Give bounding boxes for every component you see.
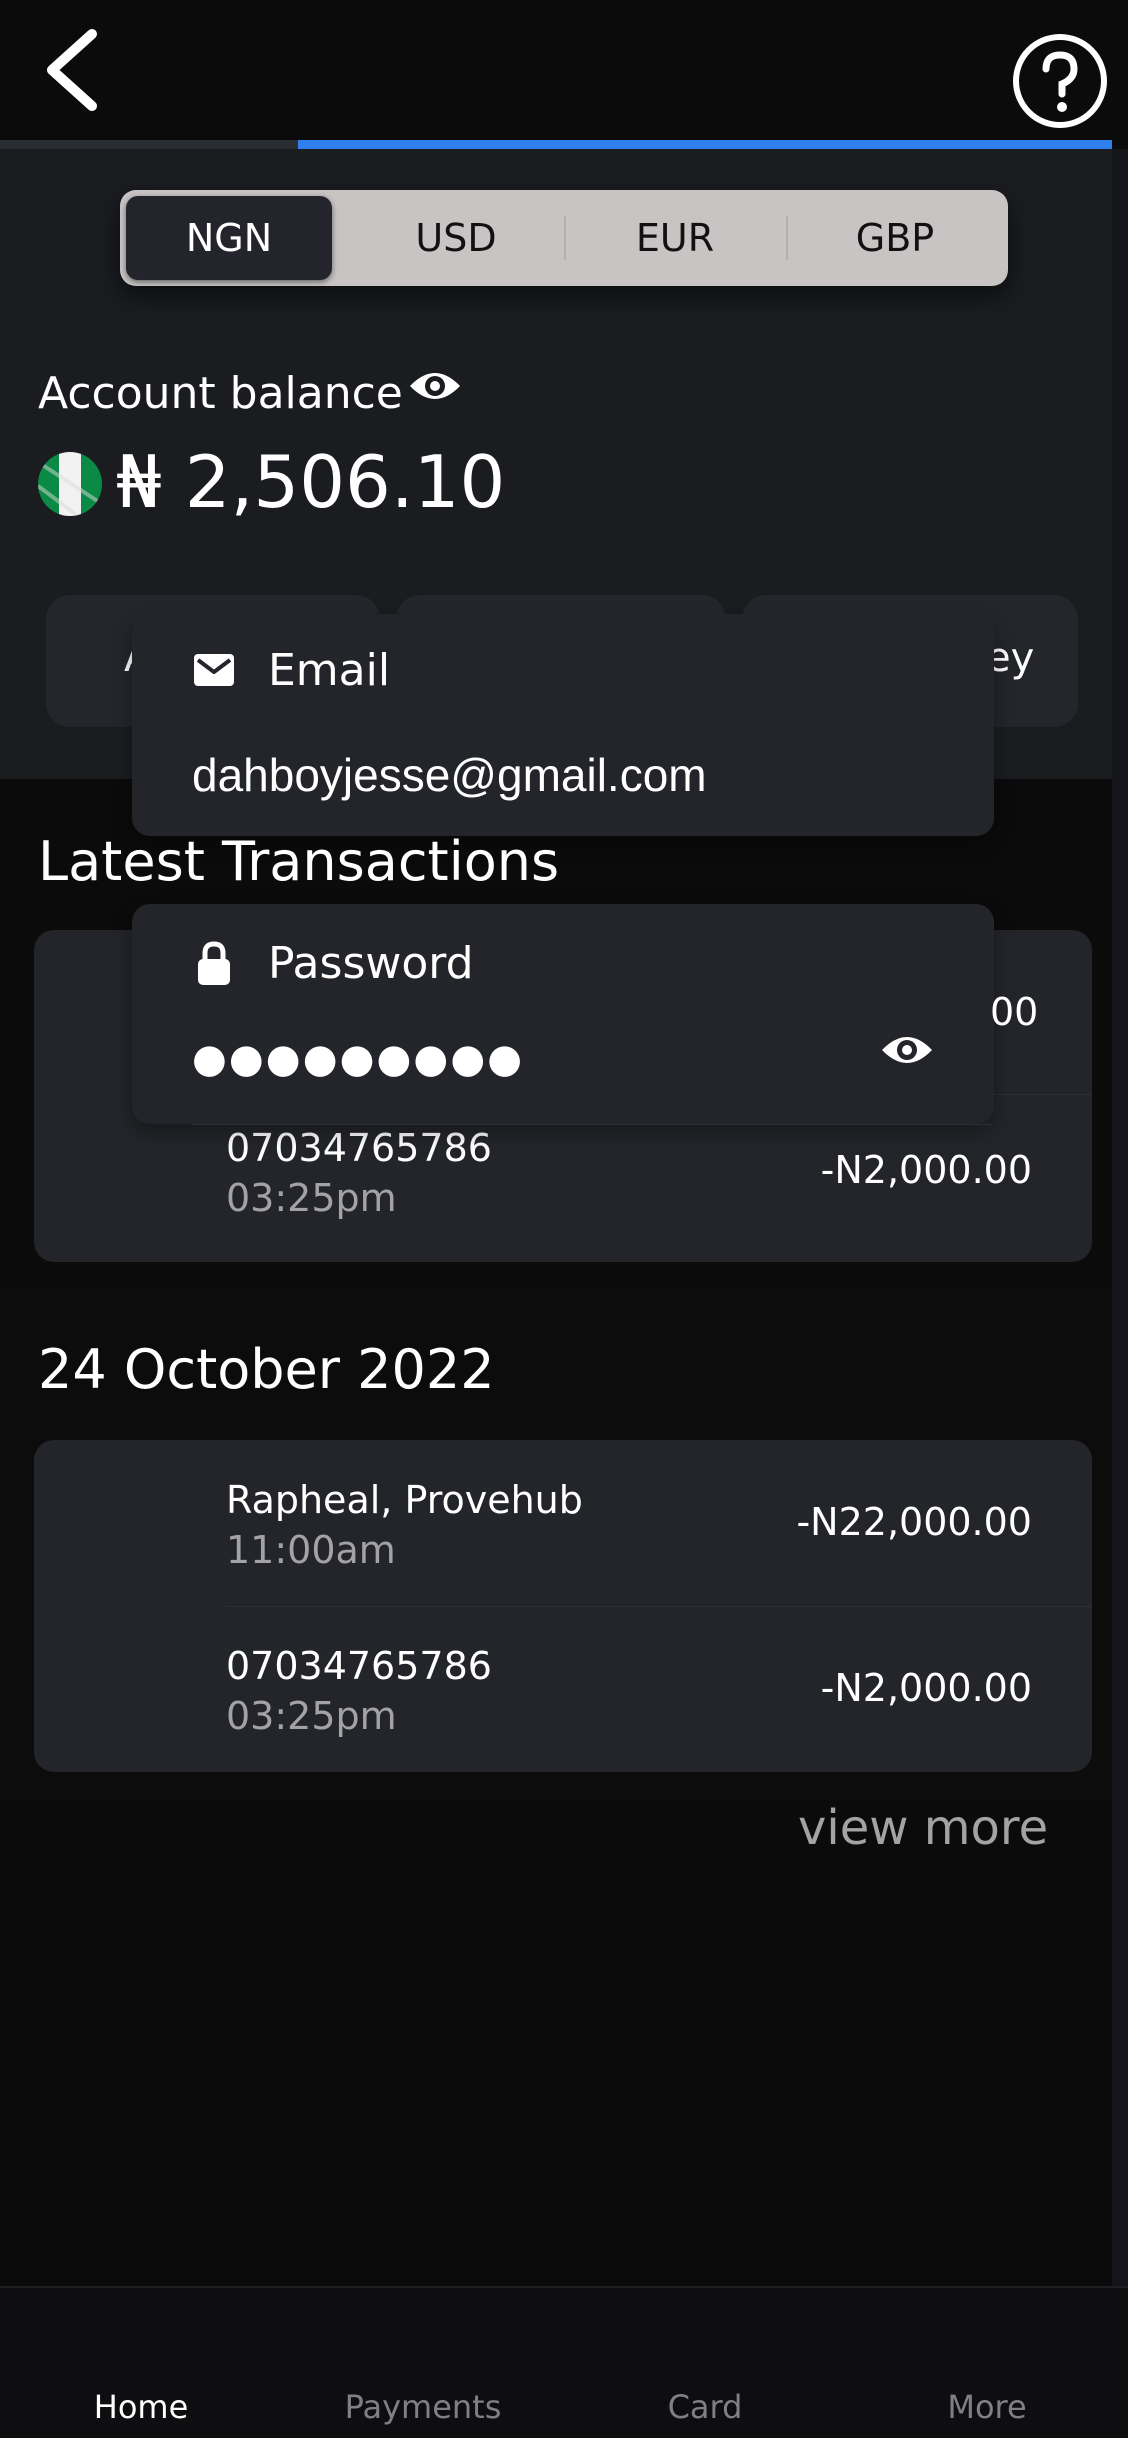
- eye-icon: [882, 1037, 932, 1063]
- currency-tab-eur[interactable]: EUR: [566, 196, 784, 280]
- nav-home[interactable]: Home: [0, 2388, 282, 2426]
- transaction-title: Rapheal, Provehub: [226, 1478, 583, 1522]
- toggle-balance-visibility[interactable]: [408, 366, 462, 406]
- progress-bar: [298, 140, 1112, 149]
- toggle-password-visibility[interactable]: [880, 1030, 934, 1070]
- eye-icon: [410, 373, 460, 399]
- email-value[interactable]: dahboyjesse@gmail.com: [192, 748, 707, 802]
- transaction-title: 07034765786: [226, 1126, 492, 1170]
- nigeria-flag-icon: [38, 452, 102, 516]
- nav-card[interactable]: Card: [564, 2388, 846, 2426]
- transaction-amount: -N2,000.00: [820, 1148, 1032, 1192]
- back-button[interactable]: [40, 28, 110, 112]
- transaction-time: 11:00am: [226, 1528, 396, 1572]
- currency-tab-ngn[interactable]: NGN: [126, 196, 332, 280]
- help-button[interactable]: [1010, 31, 1110, 131]
- top-bar: [0, 0, 1128, 140]
- currency-switch[interactable]: NGN USD EUR GBP: [120, 190, 1008, 286]
- divider: [192, 1124, 992, 1125]
- nav-more[interactable]: More: [846, 2388, 1128, 2426]
- transaction-amount: -N22,000.00: [796, 1500, 1032, 1544]
- table-row[interactable]: Rapheal, Provehub 11:00am -N22,000.00: [34, 1440, 1092, 1604]
- lock-icon: [196, 940, 232, 986]
- transaction-time: 03:25pm: [226, 1694, 397, 1738]
- chevron-left-icon: [47, 29, 97, 111]
- latest-transactions-title: Latest Transactions: [38, 830, 560, 893]
- password-popup: [132, 904, 994, 1124]
- email-icon: [192, 652, 236, 688]
- scroll-track: [1112, 149, 1128, 2286]
- nav-payments[interactable]: Payments: [282, 2388, 564, 2426]
- transaction-time: 03:25pm: [226, 1176, 397, 1220]
- transaction-amount: -N2,000.00: [820, 1666, 1032, 1710]
- date-heading: 24 October 2022: [38, 1338, 495, 1401]
- progress-end: [1112, 140, 1128, 149]
- password-field[interactable]: ●●●●●●●●●: [192, 1036, 524, 1082]
- currency-tab-gbp[interactable]: GBP: [788, 196, 1002, 280]
- table-row[interactable]: 07034765786 03:25pm -N2,000.00: [34, 1608, 1092, 1772]
- partial-amount: 00: [990, 990, 1039, 1034]
- email-label: Email: [268, 645, 391, 696]
- currency-tab-usd[interactable]: USD: [350, 196, 562, 280]
- password-label: Password: [268, 938, 474, 989]
- email-popup: [132, 614, 994, 836]
- balance-label: Account balance: [38, 368, 403, 419]
- view-more-link[interactable]: view more: [798, 1800, 1048, 1856]
- bottom-nav: Home Payments Card More: [0, 2286, 1128, 2438]
- question-circle-icon: [1013, 34, 1107, 128]
- transaction-title: 07034765786: [226, 1644, 492, 1688]
- divider: [226, 1606, 1092, 1607]
- balance-amount: ₦ 2,506.10: [116, 440, 506, 524]
- day-transactions-card: Rapheal, Provehub 11:00am -N22,000.00 07…: [34, 1440, 1092, 1772]
